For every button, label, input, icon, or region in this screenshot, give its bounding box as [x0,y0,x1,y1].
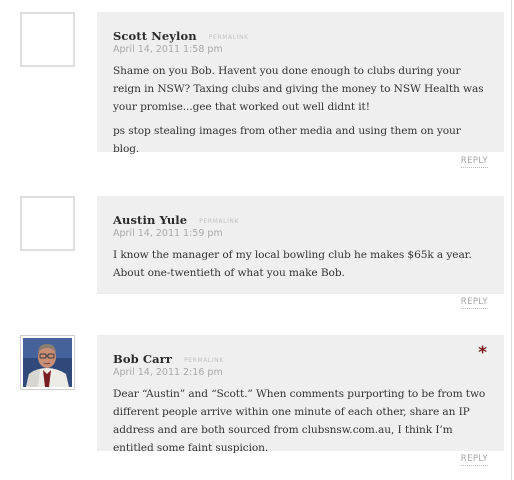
comment-date: April 14, 2011 1:58 pm [113,44,223,55]
author-badge-icon: * [478,343,487,363]
comment-date: April 14, 2011 1:59 pm [113,228,223,239]
comment-text: Dear “Austin” and “Scott.” When comments… [113,388,486,454]
permalink-link[interactable]: PERMALINK [199,218,239,225]
photo-avatar [20,335,75,390]
reply-link[interactable]: REPLY [460,297,488,309]
permalink-link[interactable]: PERMALINK [209,34,249,41]
comment-text: Shame on you Bob. Havent you done enough… [113,65,484,113]
page-right-border [511,0,512,480]
comment-body: * Bob Carr PERMALINK April 14, 2011 2:16… [97,335,504,454]
comment-text: I know the manager of my local bowling c… [113,249,472,279]
comment-author[interactable]: Scott Neylon [113,29,197,43]
comment-text: ps stop stealing images from other media… [113,125,461,155]
blank-avatar-icon [20,12,75,67]
comment-body: Scott Neylon PERMALINK April 14, 2011 1:… [97,12,504,155]
comment-body: Austin Yule PERMALINK April 14, 2011 1:5… [97,196,504,294]
comment-author[interactable]: Bob Carr [113,352,172,366]
reply-link[interactable]: REPLY [460,156,488,168]
comment-date: April 14, 2011 2:16 pm [113,367,223,378]
reply-link[interactable]: REPLY [460,454,488,466]
blank-avatar-icon [20,196,75,251]
comment-author[interactable]: Austin Yule [113,213,187,227]
permalink-link[interactable]: PERMALINK [184,357,224,364]
person-photo-icon [23,338,72,387]
